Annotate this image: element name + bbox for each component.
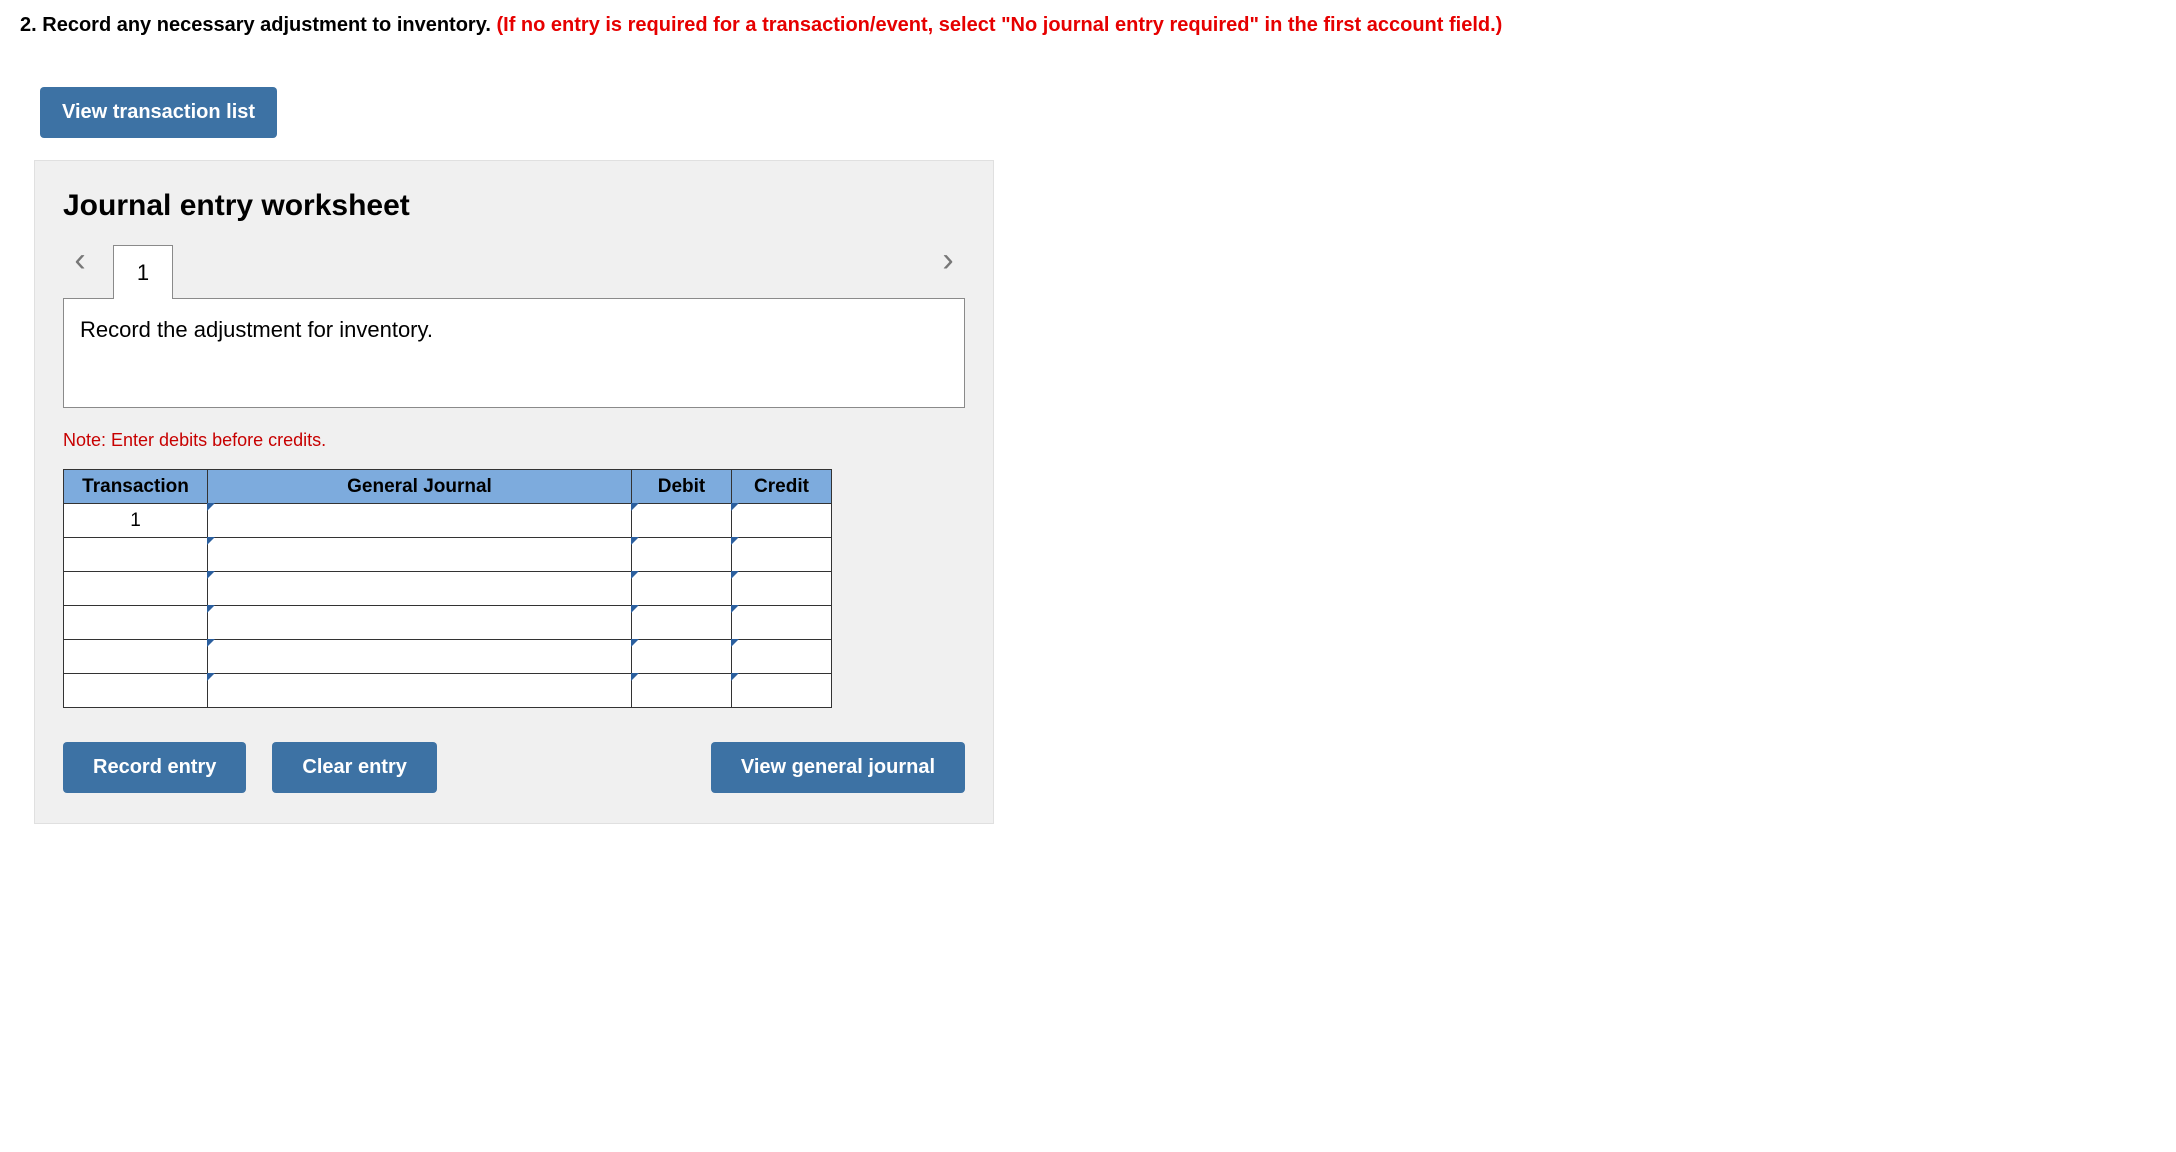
cell-credit[interactable] [732, 572, 832, 606]
cell-debit[interactable] [632, 674, 732, 708]
chevron-left-icon[interactable]: ‹ [63, 243, 97, 277]
cell-credit[interactable] [732, 674, 832, 708]
instruction-text: 2. Record any necessary adjustment to in… [20, 12, 2156, 39]
cell-general-journal[interactable] [208, 674, 632, 708]
cell-transaction [64, 606, 208, 640]
cell-debit[interactable] [632, 606, 732, 640]
cell-transaction [64, 640, 208, 674]
header-credit: Credit [732, 470, 832, 504]
instruction-number: 2. [20, 14, 37, 36]
cell-credit[interactable] [732, 640, 832, 674]
journal-row [64, 538, 832, 572]
tab-nav: ‹ 1 › [63, 243, 965, 299]
chevron-right-icon[interactable]: › [931, 243, 965, 277]
record-entry-button[interactable]: Record entry [63, 742, 246, 793]
cell-debit[interactable] [632, 572, 732, 606]
cell-credit[interactable] [732, 504, 832, 538]
journal-row [64, 640, 832, 674]
journal-row [64, 606, 832, 640]
instruction-black: Record any necessary adjustment to inven… [42, 14, 491, 36]
cell-transaction [64, 674, 208, 708]
journal-row [64, 674, 832, 708]
tab-1[interactable]: 1 [113, 245, 173, 299]
cell-general-journal[interactable] [208, 640, 632, 674]
cell-transaction [64, 572, 208, 606]
journal-header-row: Transaction General Journal Debit Credit [64, 470, 832, 504]
cell-general-journal[interactable] [208, 504, 632, 538]
cell-transaction: 1 [64, 504, 208, 538]
cell-debit[interactable] [632, 640, 732, 674]
cell-credit[interactable] [732, 538, 832, 572]
cell-credit[interactable] [732, 606, 832, 640]
clear-entry-button[interactable]: Clear entry [272, 742, 437, 793]
cell-general-journal[interactable] [208, 606, 632, 640]
instruction-red: (If no entry is required for a transacti… [496, 14, 1502, 36]
header-debit: Debit [632, 470, 732, 504]
cell-transaction [64, 538, 208, 572]
cell-general-journal[interactable] [208, 572, 632, 606]
cell-debit[interactable] [632, 504, 732, 538]
header-general-journal: General Journal [208, 470, 632, 504]
journal-table: Transaction General Journal Debit Credit… [63, 469, 832, 708]
view-transaction-list-button[interactable]: View transaction list [40, 87, 277, 138]
view-general-journal-button[interactable]: View general journal [711, 742, 965, 793]
cell-debit[interactable] [632, 538, 732, 572]
debits-before-credits-note: Note: Enter debits before credits. [63, 430, 965, 451]
transaction-prompt: Record the adjustment for inventory. [63, 298, 965, 408]
panel-title: Journal entry worksheet [63, 189, 965, 223]
panel-button-row: Record entry Clear entry View general jo… [63, 742, 965, 793]
journal-body: 1 [64, 504, 832, 708]
cell-general-journal[interactable] [208, 538, 632, 572]
journal-entry-panel: Journal entry worksheet ‹ 1 › Record the… [34, 160, 994, 824]
header-transaction: Transaction [64, 470, 208, 504]
journal-row [64, 572, 832, 606]
journal-row: 1 [64, 504, 832, 538]
